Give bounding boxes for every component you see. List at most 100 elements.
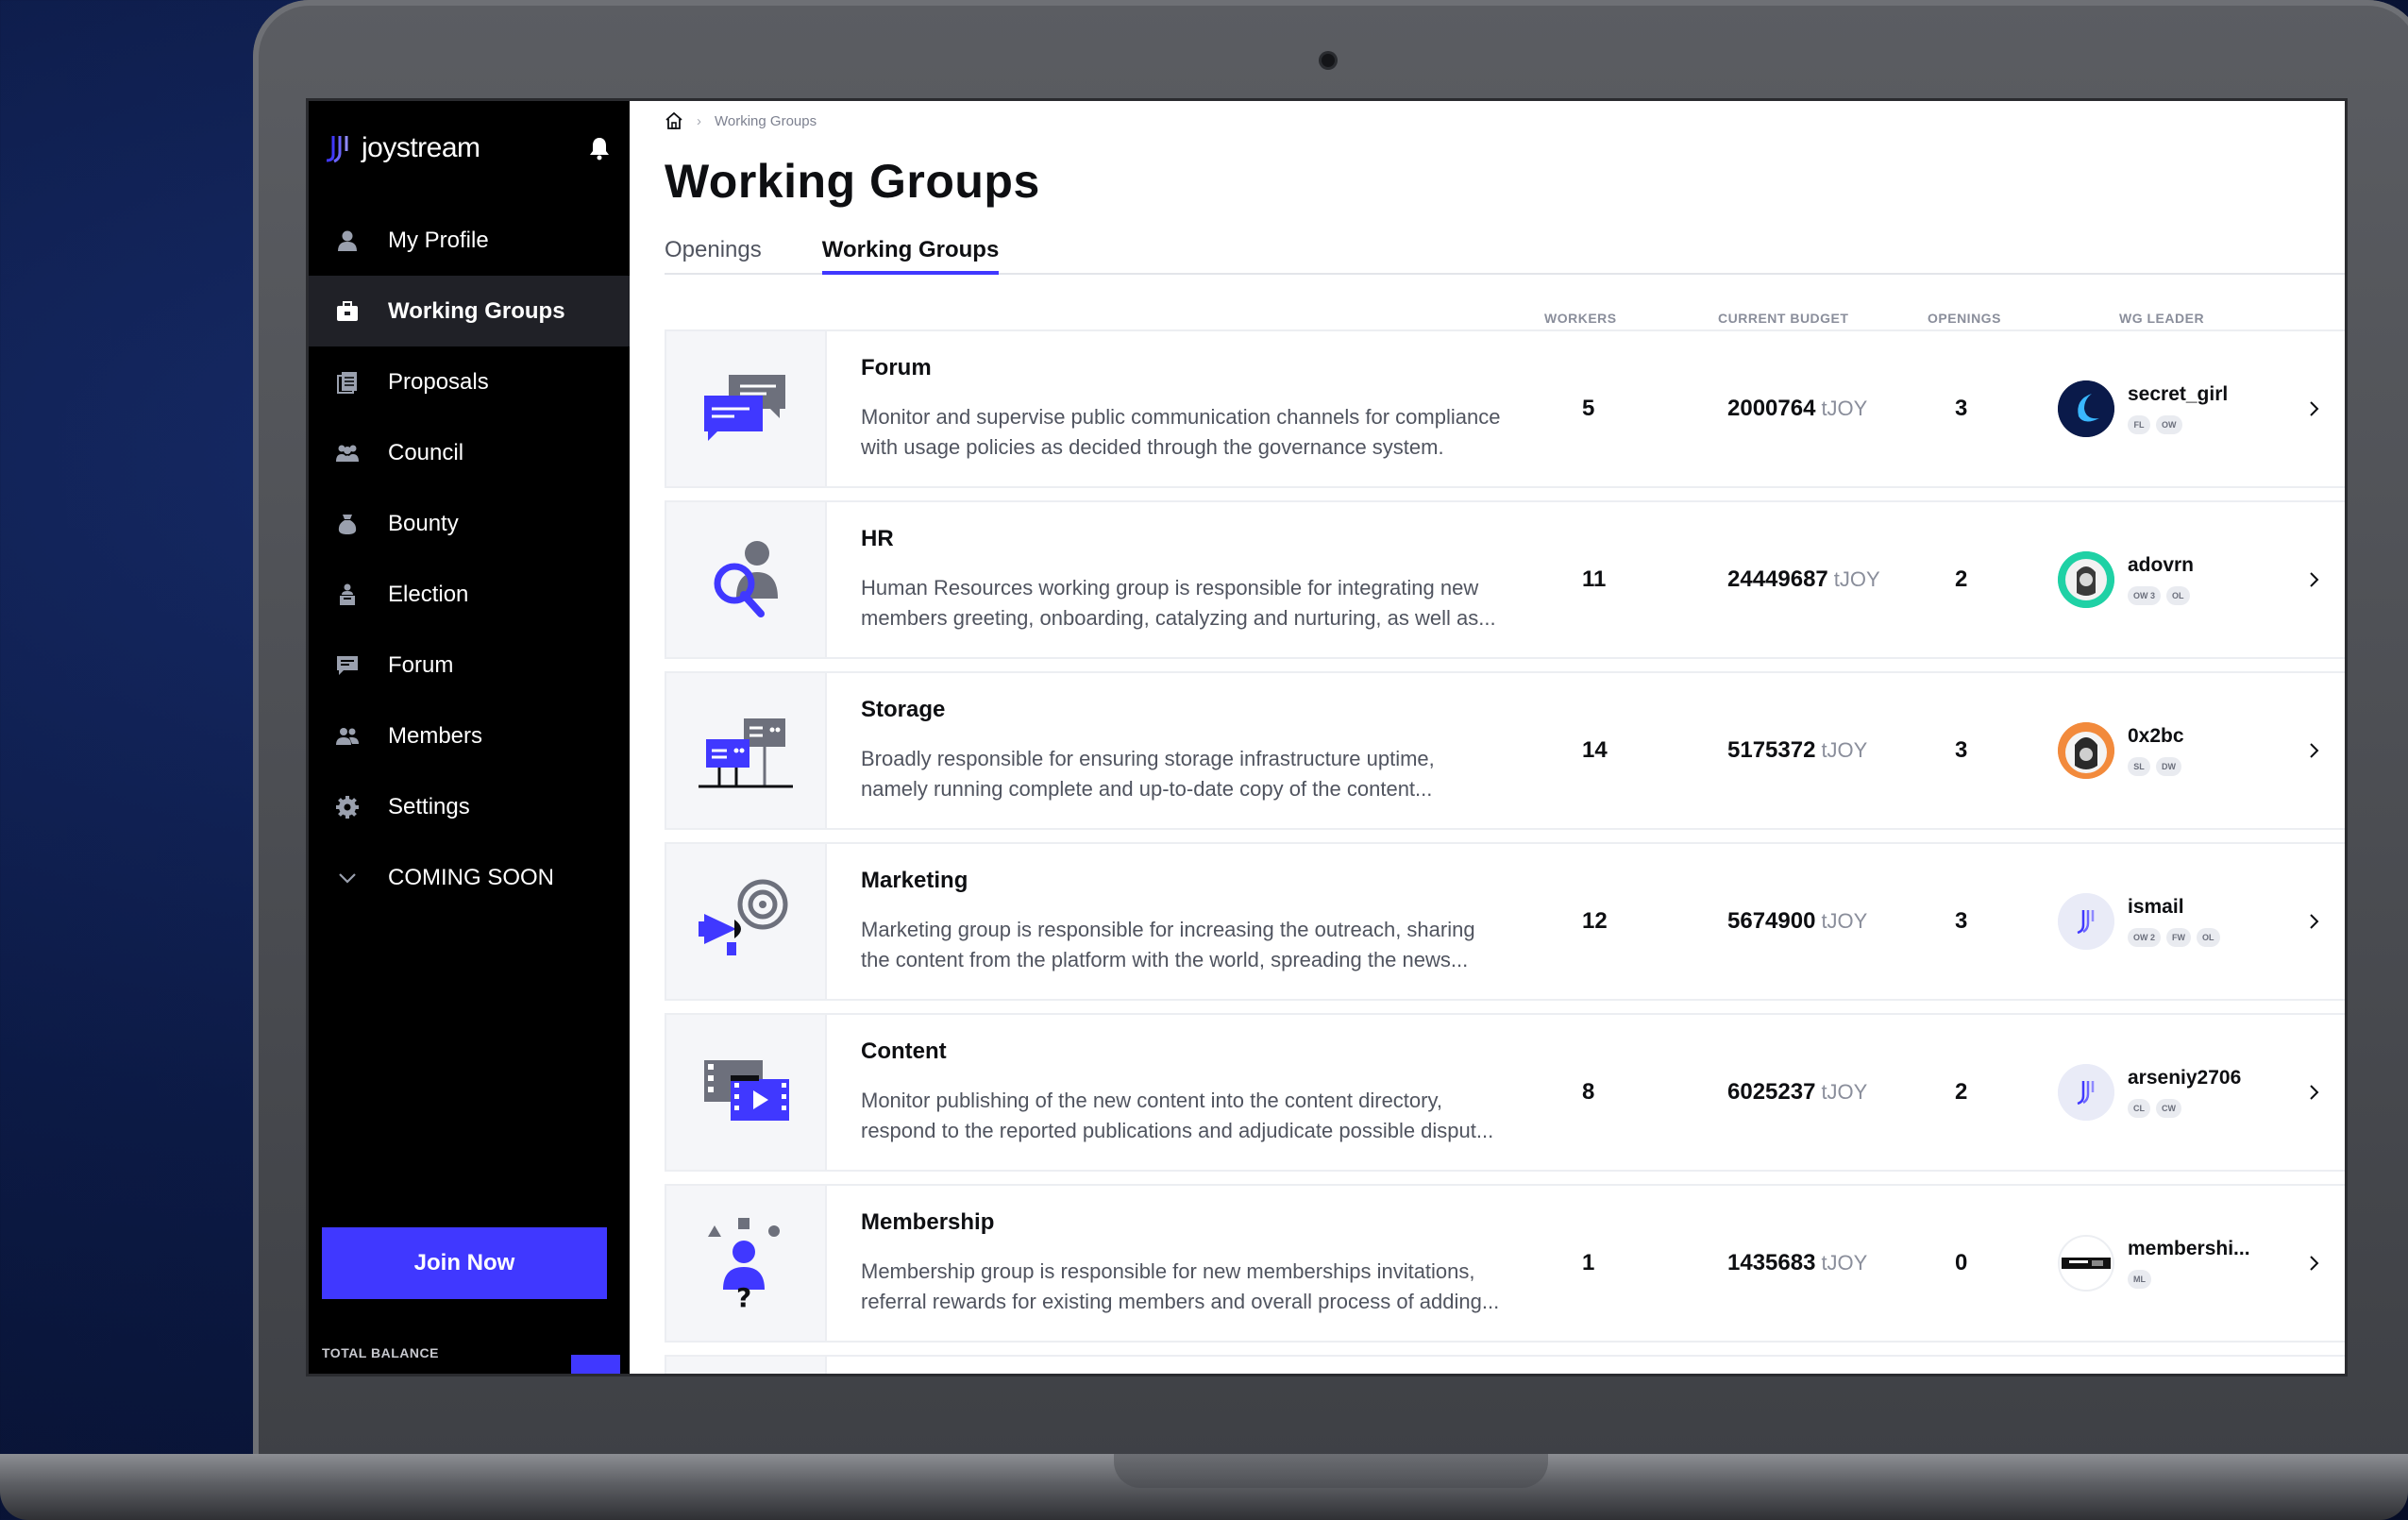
marketing-megaphone-illustration	[666, 844, 827, 999]
budget-unit: tJOY	[1833, 567, 1880, 591]
transfer-button[interactable]	[571, 1355, 620, 1374]
group-description: Membership group is responsible for new …	[861, 1259, 1475, 1283]
workers-count: 14	[1582, 737, 1608, 763]
column-header-workers[interactable]: WORKERS	[1544, 311, 1617, 326]
sidebar-item-coming-soon[interactable]: COMING SOON	[309, 842, 630, 913]
column-header-wg-leader: WG LEADER	[2119, 311, 2205, 326]
leader-info: ismail OW 2 FW OL	[2128, 896, 2226, 947]
wg-leader[interactable]: membershi... ML	[2058, 1235, 2250, 1292]
svg-text:?: ?	[736, 1282, 751, 1313]
avatar	[2058, 1235, 2114, 1292]
storage-servers-illustration	[666, 673, 827, 828]
app-screen: joystream My Profile Working Groups Prop…	[306, 98, 2348, 1376]
total-balance-label: TOTAL BALANCE	[322, 1345, 439, 1360]
table-header: WORKERS CURRENT BUDGET OPENINGS WG LEADE…	[665, 275, 2345, 329]
chevron-down-icon	[333, 864, 362, 892]
leader-roles: FL OW	[2128, 415, 2228, 434]
chevron-right-icon[interactable]	[2304, 1254, 2323, 1273]
breadcrumb-current[interactable]: Working Groups	[715, 113, 817, 129]
workers-count: 8	[1582, 1079, 1595, 1105]
table-row[interactable]: Marketing Marketing group is responsible…	[665, 842, 2345, 1001]
leader-info: adovrn OW 3 OL	[2128, 554, 2196, 605]
leader-roles: ML	[2128, 1270, 2250, 1289]
table-row[interactable]	[665, 1355, 2345, 1374]
sidebar-item-council[interactable]: Council	[309, 417, 630, 488]
openings-count: 2	[1955, 1079, 1968, 1105]
column-header-openings[interactable]: OPENINGS	[1928, 311, 2001, 326]
table-row[interactable]: Content Monitor publishing of the new co…	[665, 1013, 2345, 1172]
role-badge: OW 3	[2128, 586, 2162, 605]
sidebar-item-election[interactable]: Election	[309, 559, 630, 630]
budget-value: 5175372	[1727, 737, 1816, 763]
role-badge: CW	[2156, 1099, 2181, 1118]
sidebar-item-bounty[interactable]: Bounty	[309, 488, 630, 559]
role-badge: OL	[2166, 586, 2190, 605]
group-description: referral rewards for existing members an…	[861, 1290, 1500, 1313]
avatar	[2058, 380, 2114, 437]
workers-count: 5	[1582, 396, 1595, 421]
group-info: Forum Monitor and supervise public commu…	[827, 355, 1544, 463]
leader-name: membershi...	[2128, 1238, 2250, 1259]
joystream-logo-icon[interactable]	[322, 132, 354, 164]
join-now-button[interactable]: Join Now	[322, 1227, 607, 1299]
chevron-right-icon[interactable]	[2304, 399, 2323, 418]
chevron-right-icon[interactable]	[2304, 912, 2323, 931]
sidebar-item-forum[interactable]: Forum	[309, 630, 630, 701]
wg-leader[interactable]: 0x2bc SL DW	[2058, 722, 2187, 779]
breadcrumb-separator: ›	[697, 112, 701, 129]
sidebar-item-working-groups[interactable]: Working Groups	[309, 276, 630, 346]
group-title: Content	[861, 1039, 947, 1064]
chevron-right-icon[interactable]	[2304, 1083, 2323, 1102]
sidebar-item-label: Working Groups	[388, 297, 565, 324]
tab-openings[interactable]: Openings	[665, 231, 762, 273]
group-icon	[333, 439, 362, 467]
budget-unit: tJOY	[1821, 1080, 1868, 1104]
budget-value: 1435683	[1727, 1250, 1816, 1275]
column-header-current-budget[interactable]: CURRENT BUDGET	[1718, 311, 1848, 326]
webcam	[1322, 54, 1335, 67]
table-row[interactable]: HR Human Resources working group is resp…	[665, 500, 2345, 659]
role-badge: SL	[2128, 757, 2150, 776]
role-badge: CL	[2128, 1099, 2150, 1118]
leader-name: secret_girl	[2128, 383, 2229, 405]
role-badge: OW	[2156, 415, 2182, 434]
avatar	[2058, 1064, 2114, 1121]
group-description: the content from the platform with the w…	[861, 948, 1469, 971]
budget-unit: tJOY	[1821, 909, 1868, 933]
sidebar-item-label: Bounty	[388, 510, 459, 536]
budget-unit: tJOY	[1821, 738, 1868, 762]
avatar	[2058, 893, 2114, 950]
wg-leader[interactable]: secret_girl FL OW	[2058, 380, 2228, 437]
table-row[interactable]: Forum Monitor and supervise public commu…	[665, 329, 2345, 488]
chevron-right-icon[interactable]	[2304, 570, 2323, 589]
sidebar-item-label: Forum	[388, 651, 454, 678]
group-description: respond to the reported publications and…	[861, 1119, 1494, 1142]
table-row[interactable]: Storage Broadly responsible for ensuring…	[665, 671, 2345, 830]
group-description: Marketing group is responsible for incre…	[861, 918, 1475, 941]
role-badge: FL	[2128, 415, 2150, 434]
leader-info: arseniy2706 CL CW	[2128, 1067, 2241, 1118]
tab-working-groups[interactable]: Working Groups	[821, 231, 1000, 275]
sidebar-item-my-profile[interactable]: My Profile	[309, 205, 630, 276]
logo-row: joystream	[309, 101, 630, 195]
avatar	[2058, 551, 2114, 608]
current-budget: 5674900 tJOY	[1727, 908, 1867, 935]
laptop-hinge-notch	[1114, 1454, 1548, 1488]
home-icon[interactable]	[665, 111, 683, 130]
leader-name: arseniy2706	[2128, 1067, 2242, 1089]
wg-leader[interactable]: ismail OW 2 FW OL	[2058, 893, 2226, 950]
sidebar-item-members[interactable]: Members	[309, 701, 630, 771]
sidebar: joystream My Profile Working Groups Prop…	[309, 101, 630, 1374]
table-row[interactable]: ? Membership Membership group is respons…	[665, 1184, 2345, 1343]
role-badge: OW 2	[2128, 928, 2162, 947]
bell-icon[interactable]	[588, 136, 611, 160]
current-budget: 6025237 tJOY	[1727, 1079, 1867, 1106]
chevron-right-icon[interactable]	[2304, 741, 2323, 760]
role-badge: ML	[2128, 1270, 2151, 1289]
sidebar-item-proposals[interactable]: Proposals	[309, 346, 630, 417]
wg-leader[interactable]: arseniy2706 CL CW	[2058, 1064, 2241, 1121]
group-info: Membership Membership group is responsib…	[827, 1209, 1544, 1317]
wg-leader[interactable]: adovrn OW 3 OL	[2058, 551, 2196, 608]
sidebar-item-settings[interactable]: Settings	[309, 771, 630, 842]
hr-search-illustration	[666, 502, 827, 657]
